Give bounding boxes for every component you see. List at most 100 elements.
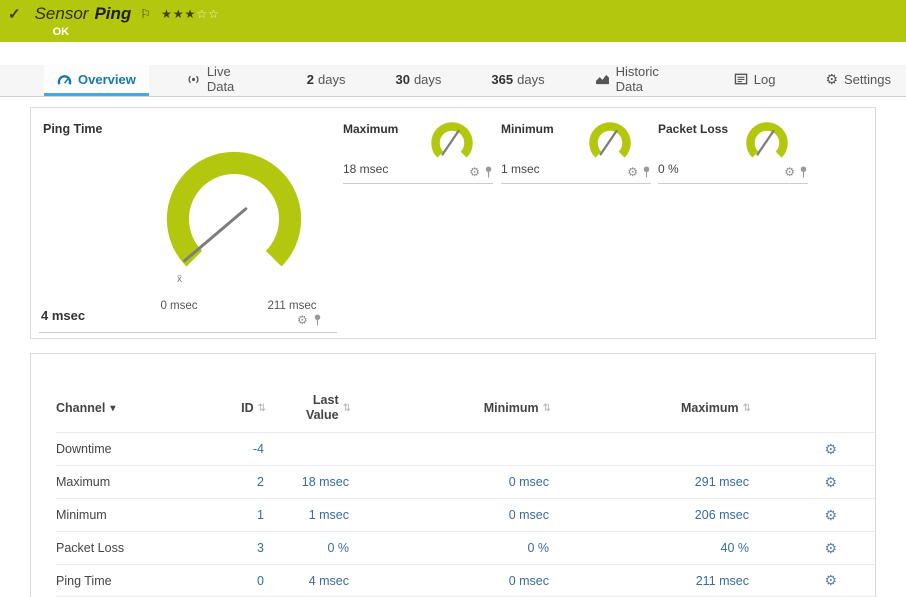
channel-settings-gear-icon[interactable]: ⚙ <box>469 166 480 178</box>
tab-bar: Overview Live Data 2 days 30 days 365 da… <box>0 65 906 97</box>
channel-maximum: 40 % <box>551 541 751 555</box>
overview-gauge-icon <box>57 73 72 86</box>
gauge-scale-max-label: 211 msec <box>257 300 327 312</box>
pin-icon[interactable] <box>642 166 651 178</box>
col-header-label: ID <box>241 401 254 415</box>
gauge-current-value: 4 msec <box>41 308 85 323</box>
table-row-ping-time: Ping Time 0 4 msec 0 msec 211 msec ⚙ <box>56 564 875 597</box>
gauge-panel-title: Ping Time <box>43 122 103 136</box>
channel-minimum: 0 % <box>351 541 551 555</box>
tab-historic-data[interactable]: Historic Data <box>582 65 697 96</box>
mini-gauge-value: 1 msec <box>501 162 540 176</box>
sort-icon: ⇅ <box>258 403 266 414</box>
gauge-actions: ⚙ <box>297 314 322 326</box>
stars-empty-icon: ☆☆ <box>196 7 220 21</box>
channel-last-value: 4 msec <box>266 574 351 588</box>
tab-live-data[interactable]: Live Data <box>173 65 270 96</box>
sensor-type-label: Sensor <box>35 4 89 24</box>
gauge-actions: ⚙ <box>784 166 808 178</box>
gauge-actions: ⚙ <box>627 166 651 178</box>
sensor-header-text: Sensor Ping ⚐ ★★★☆☆ OK <box>35 4 220 38</box>
table-row-maximum: Maximum 2 18 msec 0 msec 291 msec ⚙ <box>56 465 875 498</box>
table-row-packet-loss: Packet Loss 3 0 % 0 % 40 % ⚙ <box>56 531 875 564</box>
sort-caret-icon: ▾ <box>110 403 115 414</box>
col-header-label: Maximum <box>681 401 739 415</box>
col-header-channel[interactable]: Channel ▾ <box>56 401 196 415</box>
channel-last-value: 0 % <box>266 541 351 555</box>
channel-last-value: 18 msec <box>266 475 351 489</box>
channel-name[interactable]: Downtime <box>56 442 196 456</box>
tab-label: days <box>414 72 441 87</box>
flag-icon[interactable]: ⚐ <box>140 7 151 21</box>
channel-settings-gear-icon[interactable]: ⚙ <box>627 166 638 178</box>
tab-label: Historic Data <box>616 64 684 94</box>
mini-gauge-value: 0 % <box>658 162 679 176</box>
tab-overview[interactable]: Overview <box>44 65 149 96</box>
tab-settings[interactable]: ⚙ Settings <box>812 65 904 96</box>
col-header-label: Channel <box>56 401 105 415</box>
col-header-minimum[interactable]: Minimum ⇅ <box>351 401 551 415</box>
tab-365-days[interactable]: 365 days <box>478 65 557 96</box>
channel-name[interactable]: Packet Loss <box>56 541 196 555</box>
channel-id: 1 <box>196 508 266 522</box>
channel-id: 0 <box>196 574 266 588</box>
mini-gauge-maximum: Maximum 18 msec ⚙ <box>343 122 493 184</box>
pin-icon[interactable] <box>799 166 808 178</box>
tab-label-number: 365 <box>491 72 513 87</box>
col-header-id[interactable]: ID ⇅ <box>196 401 266 415</box>
channel-settings-gear-icon[interactable]: ⚙ <box>824 474 837 490</box>
channel-maximum: 211 msec <box>551 574 751 588</box>
mini-gauge-minimum: Minimum 1 msec ⚙ <box>501 122 651 184</box>
channel-name[interactable]: Ping Time <box>56 574 196 588</box>
tab-log[interactable]: Log <box>721 65 789 96</box>
status-badge: OK <box>53 26 220 38</box>
tab-label: Settings <box>844 72 891 87</box>
prtg-sensor-page: ✓ Sensor Ping ⚐ ★★★☆☆ OK Overview <box>0 0 906 597</box>
tab-label-number: 30 <box>395 72 409 87</box>
pin-icon[interactable] <box>484 166 493 178</box>
channel-id: 3 <box>196 541 266 555</box>
sensor-name: Ping <box>94 4 131 24</box>
channel-id: -4 <box>196 442 266 456</box>
live-data-icon <box>186 73 201 86</box>
tab-label: Live Data <box>207 64 257 94</box>
sensor-title-line: Sensor Ping ⚐ ★★★☆☆ <box>35 4 220 24</box>
channel-maximum: 206 msec <box>551 508 751 522</box>
ping-time-gauge <box>149 134 319 304</box>
channel-name[interactable]: Maximum <box>56 475 196 489</box>
tab-label: Overview <box>78 72 136 87</box>
channel-settings-gear-icon[interactable]: ⚙ <box>297 314 308 326</box>
channel-table-panel: Channel ▾ ID ⇅ Last Value ⇅ Minimum ⇅ Ma… <box>30 353 876 597</box>
channel-settings-gear-icon[interactable]: ⚙ <box>824 540 837 556</box>
channel-settings-gear-icon[interactable]: ⚙ <box>784 166 795 178</box>
channel-minimum: 0 msec <box>351 508 551 522</box>
table-row-minimum: Minimum 1 1 msec 0 msec 206 msec ⚙ <box>56 498 875 531</box>
mini-gauge-packet-loss: Packet Loss 0 % ⚙ <box>658 122 808 184</box>
mini-gauge-value: 18 msec <box>343 162 388 176</box>
historic-data-chart-icon <box>595 73 610 85</box>
col-header-label: Minimum <box>484 401 539 415</box>
channel-id: 2 <box>196 475 266 489</box>
col-header-last-value[interactable]: Last Value ⇅ <box>266 393 351 423</box>
col-header-maximum[interactable]: Maximum ⇅ <box>551 401 751 415</box>
sensor-header: ✓ Sensor Ping ⚐ ★★★☆☆ OK <box>0 0 906 42</box>
channel-settings-gear-icon[interactable]: ⚙ <box>824 441 837 457</box>
channel-minimum: 0 msec <box>351 574 551 588</box>
col-header-label: Last Value <box>295 393 339 423</box>
channel-last-value: 1 msec <box>266 508 351 522</box>
channel-settings-gear-icon[interactable]: ⚙ <box>824 572 837 588</box>
tab-label: Log <box>754 72 776 87</box>
pin-icon[interactable] <box>313 314 322 326</box>
channel-name[interactable]: Minimum <box>56 508 196 522</box>
minimum-gauge <box>585 118 635 168</box>
tab-30-days[interactable]: 30 days <box>382 65 454 96</box>
tab-2-days[interactable]: 2 days <box>294 65 359 96</box>
channel-settings-gear-icon[interactable]: ⚙ <box>824 507 837 523</box>
priority-stars[interactable]: ★★★☆☆ <box>161 7 220 21</box>
tab-label: days <box>318 72 345 87</box>
sort-icon: ⇅ <box>743 403 751 414</box>
channel-minimum: 0 msec <box>351 475 551 489</box>
table-row-downtime: Downtime -4 ⚙ <box>56 432 875 465</box>
gauge-scale-min-label: 0 msec <box>149 300 209 312</box>
gauge-actions: ⚙ <box>469 166 493 178</box>
